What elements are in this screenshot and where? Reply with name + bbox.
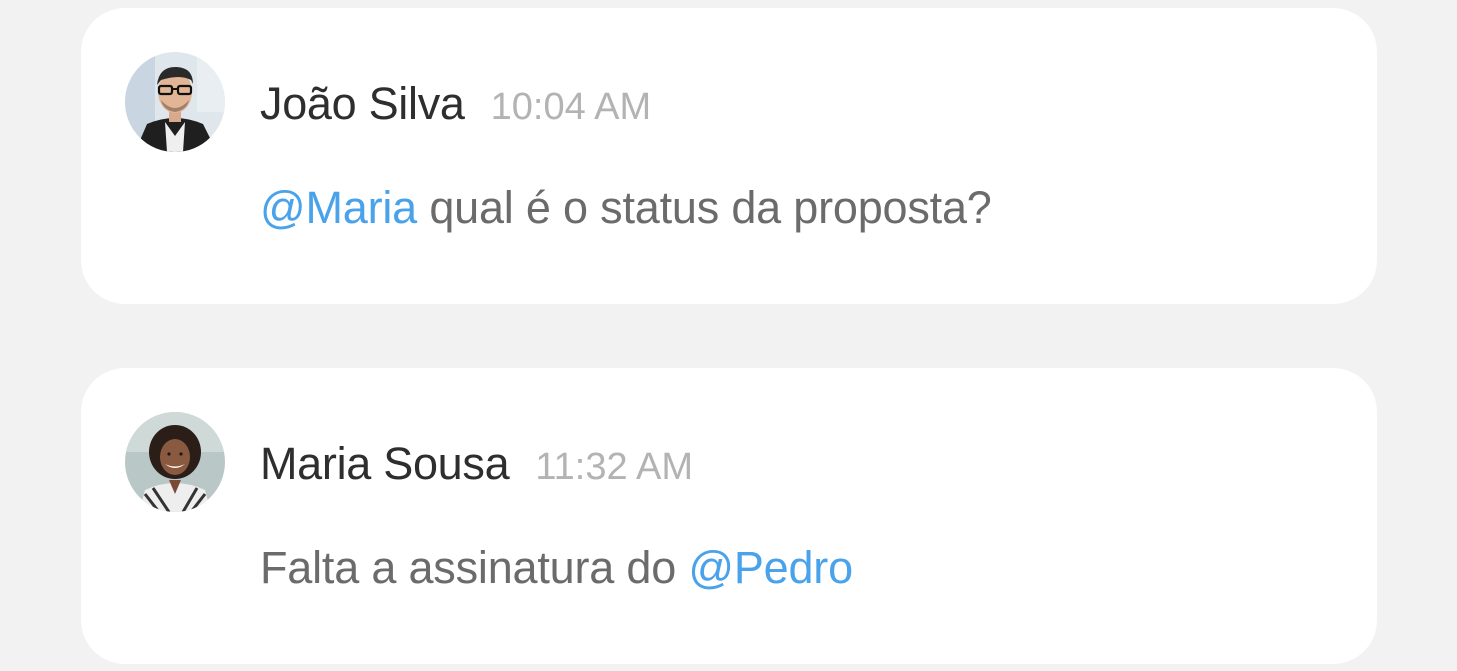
author-name[interactable]: Maria Sousa [260, 438, 510, 490]
message-body: @Maria qual é o status da proposta? [260, 182, 992, 234]
avatar-photo-icon [125, 412, 225, 512]
message-body: Falta a assinatura do @Pedro [260, 542, 853, 594]
avatar-photo-icon [125, 52, 225, 152]
message-card: João Silva 10:04 AM @Maria qual é o stat… [81, 8, 1377, 304]
mention-link[interactable]: @Pedro [688, 542, 853, 593]
message-header: Maria Sousa 11:32 AM [260, 438, 693, 490]
message-text: qual é o status da proposta? [417, 182, 992, 233]
timestamp: 10:04 AM [490, 86, 652, 128]
timestamp: 11:32 AM [535, 446, 694, 488]
message-header: João Silva 10:04 AM [260, 78, 651, 130]
avatar[interactable] [125, 52, 225, 152]
avatar[interactable] [125, 412, 225, 512]
mention-link[interactable]: @Maria [260, 182, 417, 233]
message-text: Falta a assinatura do [260, 542, 689, 593]
message-card: Maria Sousa 11:32 AM Falta a assinatura … [81, 368, 1377, 664]
author-name[interactable]: João Silva [260, 78, 465, 130]
